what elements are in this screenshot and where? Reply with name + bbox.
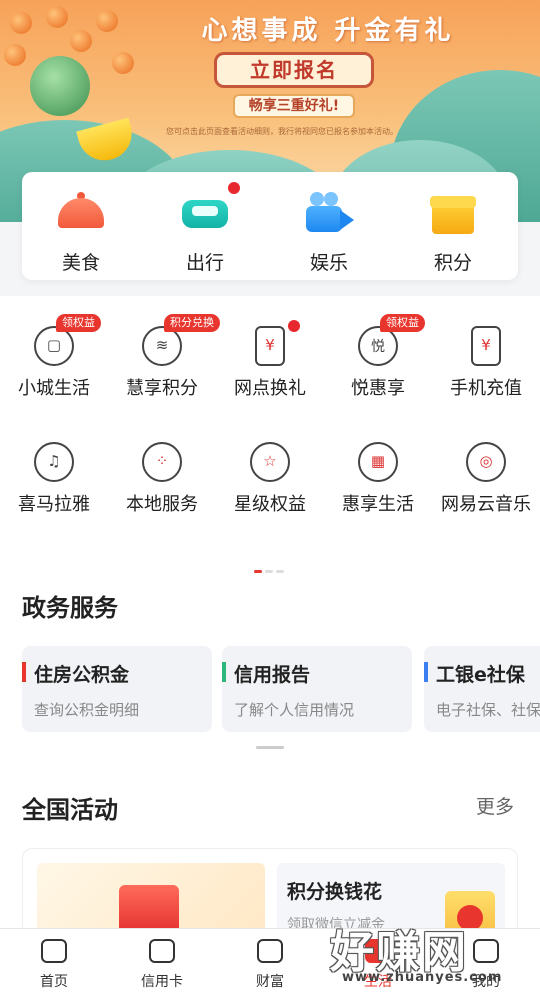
headphones-icon: ♫ [34, 442, 74, 482]
building-icon: ▦ [358, 442, 398, 482]
banner-subtitle: 畅享三重好礼! [233, 94, 355, 118]
service-label: 本地服务 [126, 494, 198, 515]
service-ximalaya[interactable]: ♫ 喜马拉雅 [0, 442, 108, 516]
signup-button[interactable]: 立即报名 [214, 52, 374, 88]
service-tag: 积分兑换 [164, 314, 220, 332]
page-indicator [254, 558, 287, 577]
service-label: 喜马拉雅 [18, 494, 90, 515]
category-label: 美食 [61, 252, 100, 274]
persimmon-icon [4, 44, 26, 66]
category-card: 美食 出行 娱乐 积分 [22, 172, 518, 280]
watermark-url: www.zhuanyes.com [342, 970, 503, 985]
service-label: 手机充值 [450, 378, 522, 399]
service-label: 网点换礼 [234, 378, 306, 399]
service-small-town-life[interactable]: ▢ 小城生活 领权益 [0, 314, 108, 400]
service-label: 慧享积分 [126, 378, 198, 399]
service-label: 悦惠享 [351, 378, 405, 399]
service-label: 网易云音乐 [441, 494, 531, 515]
video-camera-icon [304, 190, 354, 238]
section-title: 全国活动 [22, 796, 118, 824]
category-label: 积分 [433, 252, 472, 274]
gov-card-social-security[interactable]: 工银e社保 电子社保、社保查询 [424, 646, 540, 732]
persimmon-icon [10, 12, 32, 34]
star-badge-icon: ☆ [250, 442, 290, 482]
yue-icon: 悦 [358, 326, 398, 366]
yuan-gift-icon: ¥ [255, 326, 285, 366]
gov-card-desc: 了解个人信用情况 [234, 701, 355, 719]
service-points[interactable]: ≋ 慧享积分 积分兑换 [108, 314, 220, 400]
gov-card-credit-report[interactable]: 信用报告 了解个人信用情况 [222, 646, 412, 732]
coin-stack-icon: ≋ [142, 326, 182, 366]
shopping-bag-icon: ▢ [34, 326, 74, 366]
gov-card-desc: 查询公积金明细 [34, 701, 140, 719]
notification-dot [288, 320, 300, 332]
credit-card-icon [149, 939, 175, 963]
life-page: 心想事成 升金有礼 立即报名 畅享三重好礼! 您可点击此页面查看活动细则，我行将… [0, 0, 540, 1000]
persimmon-icon [46, 6, 68, 28]
service-star-rights[interactable]: ☆ 星级权益 [216, 442, 324, 516]
more-link[interactable]: 更多 [476, 792, 514, 819]
local-grid-icon: ⁘ [142, 442, 182, 482]
gov-card-housing-fund[interactable]: 住房公积金 查询公积金明细 [22, 646, 212, 732]
service-tag: 领权益 [56, 314, 101, 332]
watermark: 好赚网 www.zhuanyes.com [330, 916, 540, 996]
banner-title: 心想事成 升金有礼 [201, 16, 455, 46]
scroll-indicator [256, 746, 284, 749]
service-label: 星级权益 [234, 494, 306, 515]
service-label: 惠享生活 [342, 494, 414, 515]
service-hui-life[interactable]: ▦ 惠享生活 [324, 442, 432, 516]
netease-music-icon: ◎ [466, 442, 506, 482]
gov-card-title: 住房公积金 [34, 664, 130, 686]
tab-wealth[interactable]: 财富 [230, 939, 310, 991]
category-points[interactable]: 积分 [408, 190, 498, 275]
notification-dot [228, 182, 240, 194]
gov-card-title: 信用报告 [234, 664, 311, 686]
tab-label: 财富 [256, 974, 284, 990]
category-food[interactable]: 美食 [36, 190, 126, 275]
gift-box-icon [428, 190, 478, 238]
service-local[interactable]: ⁘ 本地服务 [108, 442, 216, 516]
food-dome-icon [56, 190, 106, 238]
accent-bar [424, 662, 428, 682]
category-label: 出行 [185, 252, 224, 274]
service-yue-hui[interactable]: 悦 悦惠享 领权益 [324, 314, 432, 400]
persimmon-icon [70, 30, 92, 52]
accent-bar [222, 662, 226, 682]
gov-card-desc: 电子社保、社保查询 [436, 701, 540, 719]
jade-cabbage-icon [30, 56, 90, 116]
gov-card-title: 工银e社保 [436, 664, 525, 686]
persimmon-icon [112, 52, 134, 74]
car-icon [180, 182, 240, 238]
service-label: 小城生活 [18, 378, 90, 399]
phone-yuan-icon: ¥ [471, 326, 501, 366]
service-tag: 领权益 [380, 314, 425, 332]
section-title: 政务服务 [22, 594, 118, 622]
tab-home[interactable]: 首页 [14, 939, 94, 991]
service-netease-music[interactable]: ◎ 网易云音乐 [432, 442, 540, 516]
category-label: 娱乐 [309, 252, 348, 274]
accent-bar [22, 662, 26, 682]
home-icon [41, 939, 67, 963]
tab-label: 首页 [40, 974, 68, 990]
banner-note: 您可点击此页面查看活动细则，我行将视同您已报名参加本活动。 [166, 127, 398, 136]
category-travel[interactable]: 出行 [160, 182, 250, 275]
tab-credit-card[interactable]: 信用卡 [122, 939, 202, 991]
category-entertainment[interactable]: 娱乐 [284, 190, 374, 275]
wealth-chart-icon [257, 939, 283, 963]
tab-label: 信用卡 [141, 974, 183, 990]
gov-services-section: 政务服务 住房公积金 查询公积金明细 信用报告 了解个人信用情况 工银e社保 电… [0, 578, 540, 768]
service-grid: ▢ 小城生活 领权益 ≋ 慧享积分 积分兑换 ¥ 网点换礼 悦 悦惠享 领权益 … [0, 296, 540, 578]
service-phone-topup[interactable]: ¥ 手机充值 [432, 326, 540, 400]
persimmon-icon [96, 10, 118, 32]
service-branch-gift[interactable]: ¥ 网点换礼 [216, 320, 324, 400]
